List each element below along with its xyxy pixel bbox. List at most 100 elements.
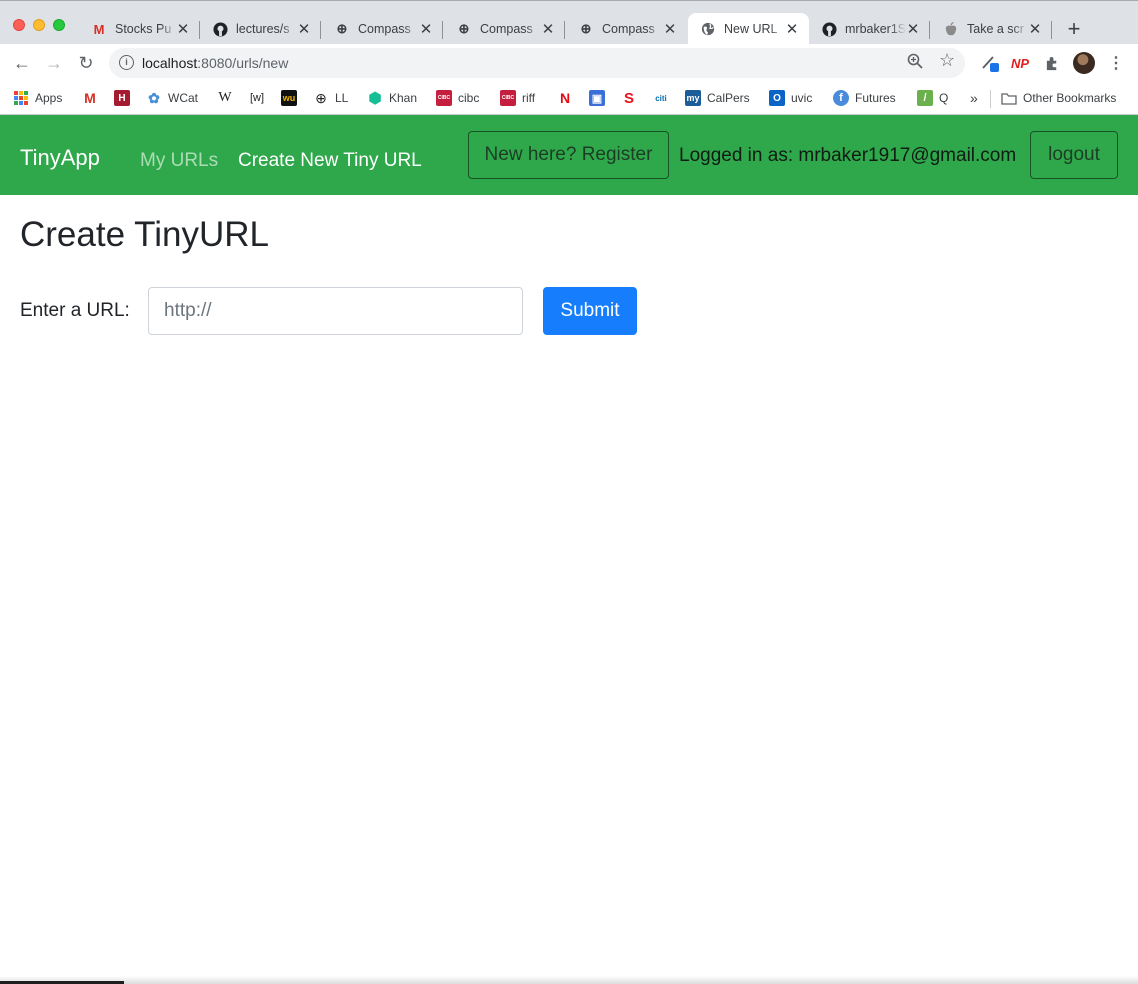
bookmark-scotiabank[interactable]: S bbox=[621, 88, 643, 108]
close-tab-icon[interactable]: ✕ bbox=[176, 20, 190, 38]
window-bottom-edge bbox=[0, 976, 1138, 984]
brand-link[interactable]: TinyApp bbox=[20, 145, 100, 171]
profile-avatar[interactable] bbox=[1073, 52, 1095, 74]
browser-tab[interactable]: ⊕ Compass ✕ bbox=[322, 13, 443, 45]
wiki-bracket-icon: [w] bbox=[249, 92, 265, 104]
bookmark-wikipedia[interactable]: W bbox=[217, 88, 239, 108]
bookmark-wcat[interactable]: ✿ WCat bbox=[146, 88, 198, 108]
submit-button[interactable]: Submit bbox=[543, 287, 637, 335]
bookmark-label: uvic bbox=[791, 91, 813, 105]
window-minimize-button[interactable] bbox=[33, 19, 45, 31]
bookmark-label: Futures bbox=[855, 91, 896, 105]
extension-pen-icon[interactable] bbox=[980, 53, 1000, 73]
github-icon bbox=[212, 21, 228, 37]
wu-icon: wu bbox=[281, 90, 297, 106]
address-url[interactable]: localhost:8080/urls/new bbox=[142, 55, 288, 71]
browser-tab[interactable]: M Stocks Pu ✕ bbox=[79, 13, 200, 45]
bookmarks-divider bbox=[990, 90, 991, 108]
tab-title: Take a scr bbox=[967, 22, 1024, 36]
cibc-icon: CIBC bbox=[436, 90, 452, 106]
harvard-icon: H bbox=[114, 90, 130, 106]
bookmark-gmail[interactable]: M bbox=[82, 88, 104, 108]
bookmark-label: WCat bbox=[168, 91, 198, 105]
address-bar[interactable]: i localhost:8080/urls/new ☆ bbox=[109, 48, 965, 78]
my-icon: my bbox=[685, 90, 701, 106]
tab-title: New URL bbox=[724, 22, 778, 36]
tab-divider bbox=[320, 21, 321, 39]
browser-chrome: M Stocks Pu ✕ lectures/s ✕ ⊕ Compass ✕ ⊕… bbox=[0, 0, 1138, 115]
close-tab-icon[interactable]: ✕ bbox=[785, 20, 799, 38]
browser-tab[interactable]: mrbaker1S ✕ bbox=[809, 13, 930, 45]
scotiabank-icon: S bbox=[623, 89, 634, 107]
window-maximize-button[interactable] bbox=[53, 19, 65, 31]
bookmark-riff[interactable]: CIBC riff bbox=[500, 88, 535, 108]
close-tab-icon[interactable]: ✕ bbox=[541, 20, 555, 38]
calendar-icon: ▣ bbox=[589, 90, 605, 106]
register-button[interactable]: New here? Register bbox=[468, 131, 669, 179]
browser-tab-active[interactable]: New URL ✕ bbox=[688, 13, 809, 45]
close-tab-icon[interactable]: ✕ bbox=[906, 20, 920, 38]
nav-my-urls[interactable]: My URLs bbox=[140, 150, 218, 172]
apple-icon bbox=[943, 21, 959, 37]
bookmark-khan[interactable]: ⬢ Khan bbox=[367, 88, 417, 108]
bookmark-citi[interactable]: citi bbox=[653, 88, 675, 108]
logout-button[interactable]: logout bbox=[1030, 131, 1118, 179]
browser-tab[interactable]: ⊕ Compass ✕ bbox=[444, 13, 565, 45]
bookmark-star-icon[interactable]: ☆ bbox=[939, 50, 955, 71]
tab-title: mrbaker1S bbox=[845, 22, 906, 36]
compass-icon: ⊕ bbox=[580, 21, 592, 36]
bookmark-uvic[interactable]: Ouvic bbox=[769, 88, 812, 108]
tab-strip: M Stocks Pu ✕ lectures/s ✕ ⊕ Compass ✕ ⊕… bbox=[0, 0, 1138, 45]
bookmark-calendar[interactable]: ▣ bbox=[589, 88, 611, 108]
bookmark-other-folder[interactable]: Other Bookmarks bbox=[1001, 88, 1116, 108]
close-tab-icon[interactable]: ✕ bbox=[663, 20, 677, 38]
browser-menu-icon[interactable]: ⋮ bbox=[1106, 53, 1126, 73]
bookmark-label: Khan bbox=[389, 91, 418, 105]
url-field-label: Enter a URL: bbox=[20, 300, 130, 321]
forward-arrow-icon[interactable]: → bbox=[44, 53, 64, 73]
bookmark-label: riff bbox=[522, 91, 536, 105]
bookmark-calpers[interactable]: my CalPers bbox=[685, 88, 750, 108]
logged-in-status: Logged in as: mrbaker1917@gmail.com bbox=[679, 145, 1017, 166]
url-host: localhost bbox=[142, 55, 198, 71]
bookmark-label: Apps bbox=[35, 91, 63, 105]
browser-tab[interactable]: Take a scr ✕ bbox=[931, 13, 1052, 45]
reload-icon[interactable]: ↻ bbox=[76, 53, 96, 73]
bookmark-label: cibc bbox=[458, 91, 480, 105]
compass-icon: ⊕ bbox=[315, 89, 327, 106]
close-tab-icon[interactable]: ✕ bbox=[419, 20, 433, 38]
bookmark-futures[interactable]: f Futures bbox=[833, 88, 896, 108]
bookmark-netflix[interactable]: N bbox=[557, 88, 579, 108]
back-arrow-icon[interactable]: ← bbox=[12, 53, 32, 73]
bookmark-q[interactable]: / Q bbox=[917, 88, 948, 108]
zoom-icon[interactable] bbox=[907, 53, 923, 74]
window-close-button[interactable] bbox=[13, 19, 25, 31]
site-info-icon[interactable]: i bbox=[119, 55, 134, 70]
nav-create-new[interactable]: Create New Tiny URL bbox=[238, 150, 422, 172]
bookmark-harvard[interactable]: H bbox=[114, 88, 136, 108]
url-input[interactable] bbox=[148, 287, 523, 335]
cibc-icon: CIBC bbox=[500, 90, 516, 106]
bookmark-apps[interactable]: Apps bbox=[13, 88, 62, 108]
np-extension-icon[interactable]: NP bbox=[1010, 53, 1030, 73]
close-tab-icon[interactable]: ✕ bbox=[297, 20, 311, 38]
worldcat-icon: ✿ bbox=[148, 89, 160, 106]
bookmark-cibc[interactable]: CIBC cibc bbox=[436, 88, 479, 108]
extensions-puzzle-icon[interactable] bbox=[1042, 53, 1062, 73]
bookmark-label: LL bbox=[335, 91, 349, 105]
globe-icon bbox=[700, 21, 716, 37]
bookmark-label: CalPers bbox=[707, 91, 750, 105]
gmail-icon: M bbox=[84, 90, 96, 106]
bookmark-wiki[interactable]: [w] bbox=[249, 88, 271, 108]
bookmarks-overflow-chevron[interactable]: » bbox=[970, 88, 978, 108]
browser-tab[interactable]: ⊕ Compass ✕ bbox=[566, 13, 687, 45]
bookmark-wu[interactable]: wu bbox=[281, 88, 303, 108]
browser-tab[interactable]: lectures/s ✕ bbox=[200, 13, 321, 45]
bookmark-ll[interactable]: ⊕ LL bbox=[313, 88, 348, 108]
gmail-icon: M bbox=[93, 21, 105, 37]
close-tab-icon[interactable]: ✕ bbox=[1028, 20, 1042, 38]
folder-icon bbox=[1001, 90, 1017, 106]
new-tab-icon[interactable]: + bbox=[1063, 17, 1085, 41]
tab-title: lectures/s bbox=[236, 22, 290, 36]
page-title: Create TinyURL bbox=[20, 215, 269, 254]
